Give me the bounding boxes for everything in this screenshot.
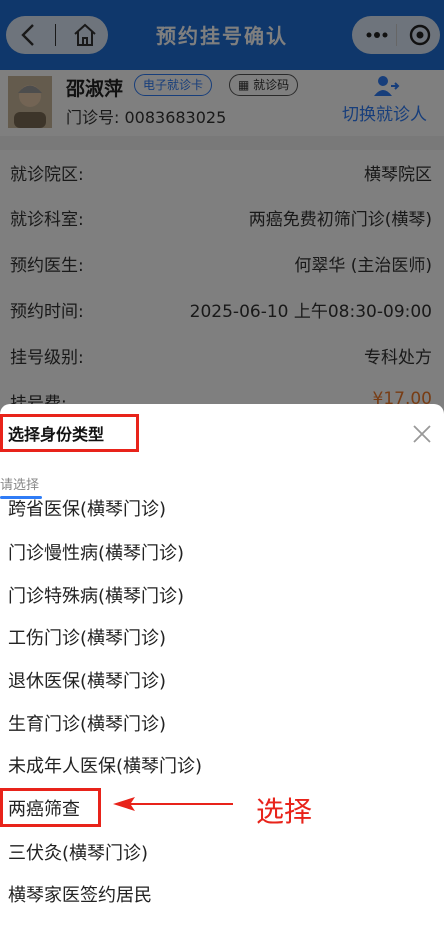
- option-item[interactable]: 三伏灸(横琴门诊): [8, 834, 148, 874]
- annotation-label: 选择: [256, 795, 313, 828]
- option-item[interactable]: 退休医保(横琴门诊): [8, 662, 166, 702]
- pointer-arrow-icon: [113, 797, 233, 811]
- option-item[interactable]: 生育门诊(横琴门诊): [8, 705, 166, 745]
- close-icon[interactable]: [412, 424, 432, 444]
- option-item[interactable]: 未成年人医保(横琴门诊): [8, 747, 202, 787]
- option-highlight-box: [0, 788, 101, 827]
- option-item[interactable]: 跨省医保(横琴门诊): [8, 490, 166, 530]
- option-item[interactable]: 门诊慢性病(横琴门诊): [8, 534, 184, 574]
- option-item[interactable]: 门诊特殊病(横琴门诊): [8, 577, 184, 617]
- option-item[interactable]: 工伤门诊(横琴门诊): [8, 619, 166, 659]
- option-item[interactable]: 横琴家医签约居民: [8, 876, 152, 916]
- option-list: 跨省医保(横琴门诊) 门诊慢性病(横琴门诊) 门诊特殊病(横琴门诊) 工伤门诊(…: [0, 492, 444, 939]
- sheet-title: 选择身份类型: [8, 425, 105, 444]
- identity-type-picker: 选择身份类型 请选择 跨省医保(横琴门诊) 门诊慢性病(横琴门诊) 门诊特殊病(…: [0, 404, 444, 939]
